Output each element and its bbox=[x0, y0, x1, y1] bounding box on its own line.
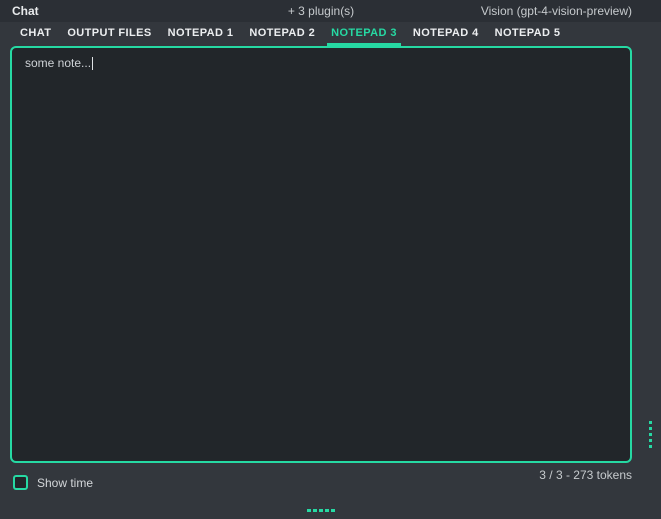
tab-bar: CHAT OUTPUT FILES NOTEPAD 1 NOTEPAD 2 NO… bbox=[0, 22, 661, 46]
model-name-label: Vision (gpt-4-vision-preview) bbox=[480, 4, 632, 18]
token-counter: 3 / 3 - 273 tokens bbox=[539, 468, 632, 482]
show-time-checkbox[interactable] bbox=[13, 475, 28, 490]
tab-notepad-4[interactable]: NOTEPAD 4 bbox=[409, 22, 483, 46]
text-caret bbox=[92, 57, 94, 70]
app-window: Chat + 3 plugin(s) Vision (gpt-4-vision-… bbox=[0, 0, 661, 519]
tab-notepad-1[interactable]: NOTEPAD 1 bbox=[164, 22, 238, 46]
tab-output-files[interactable]: OUTPUT FILES bbox=[63, 22, 155, 46]
vertical-splitter-handle-icon[interactable] bbox=[649, 421, 652, 448]
horizontal-splitter-handle-icon[interactable] bbox=[307, 509, 335, 512]
notepad-textarea[interactable]: some note... bbox=[10, 46, 632, 463]
tab-notepad-5[interactable]: NOTEPAD 5 bbox=[491, 22, 565, 46]
tab-notepad-3[interactable]: NOTEPAD 3 bbox=[327, 22, 401, 46]
show-time-label: Show time bbox=[37, 475, 94, 490]
title-bar: Chat + 3 plugin(s) Vision (gpt-4-vision-… bbox=[0, 0, 661, 22]
tab-chat[interactable]: CHAT bbox=[16, 22, 55, 46]
show-time-option[interactable]: Show time bbox=[13, 475, 93, 490]
notepad-text: some note... bbox=[25, 56, 92, 70]
window-title: Chat bbox=[12, 4, 39, 18]
tab-notepad-2[interactable]: NOTEPAD 2 bbox=[245, 22, 319, 46]
plugins-count-label: + 3 plugin(s) bbox=[287, 4, 355, 18]
